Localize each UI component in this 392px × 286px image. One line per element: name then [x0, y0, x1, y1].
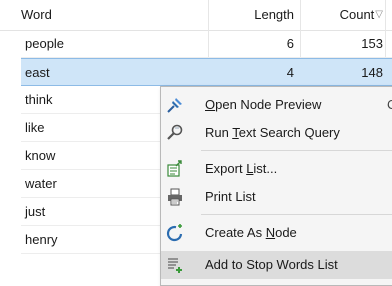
- cell-word: know: [25, 148, 56, 163]
- cell-length: 6: [286, 36, 294, 51]
- menu-item-label: Export List...: [205, 161, 278, 176]
- menu-item-export-list[interactable]: Export List...: [161, 155, 392, 183]
- menu-item-run-text-search-query[interactable]: Run Text Search Query: [161, 119, 392, 147]
- cell-word: water: [25, 176, 57, 191]
- stop-words-icon: [165, 255, 185, 275]
- table-row[interactable]: people 6 153: [21, 30, 392, 58]
- menu-separator: [201, 150, 392, 151]
- menu-item-label: Open Node Preview: [205, 97, 322, 112]
- menu-item-label: Print List: [205, 189, 256, 204]
- menu-item-shortcut: C: [387, 97, 392, 112]
- cell-word: just: [25, 204, 46, 219]
- cell-count: 148: [361, 65, 383, 80]
- column-header-length[interactable]: Length: [208, 0, 294, 30]
- cell-count: 153: [361, 36, 383, 51]
- cell-word: henry: [25, 232, 58, 247]
- menu-separator: [201, 214, 392, 215]
- create-node-icon: [165, 223, 185, 243]
- cell-word: think: [25, 92, 53, 107]
- menu-item-label: Create As Node: [205, 225, 297, 240]
- pin-icon: [165, 95, 185, 115]
- menu-item-open-node-preview[interactable]: Open Node Preview C: [161, 91, 392, 119]
- table-header: Word Length Count▽: [0, 0, 392, 31]
- menu-item-add-to-stop-words-list[interactable]: Add to Stop Words List: [161, 251, 392, 279]
- table-row-selected[interactable]: east 4 148: [21, 58, 392, 86]
- export-icon: [165, 159, 185, 179]
- menu-item-label: Add to Stop Words List: [205, 257, 338, 272]
- magnifier-icon: [165, 123, 185, 143]
- cell-word: east: [25, 65, 50, 80]
- cell-word: like: [25, 120, 45, 135]
- sort-descending-icon: ▽: [375, 9, 383, 20]
- printer-icon: [165, 187, 185, 207]
- column-header-word[interactable]: Word: [21, 0, 52, 30]
- menu-item-print-list[interactable]: Print List: [161, 183, 392, 211]
- cell-word: people: [25, 36, 65, 51]
- column-header-count-label: Count: [339, 7, 375, 22]
- menu-item-create-as-node[interactable]: Create As Node: [161, 219, 392, 247]
- context-menu: Open Node Preview C Run Text Search Quer…: [160, 86, 392, 286]
- column-header-count[interactable]: Count▽: [300, 0, 383, 30]
- menu-item-label: Run Text Search Query: [205, 125, 340, 140]
- cell-length: 4: [286, 65, 294, 80]
